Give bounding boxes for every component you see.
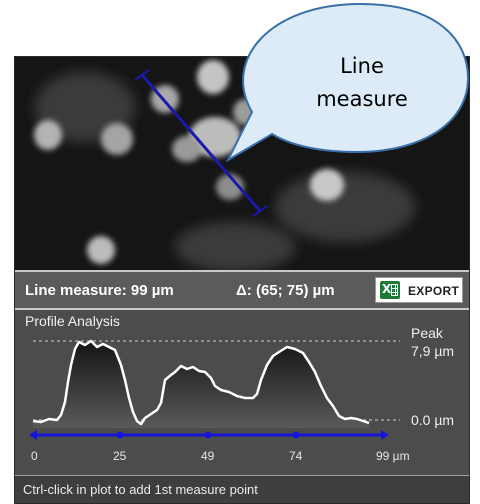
callout-line-2: measure [316, 87, 408, 111]
axis-tick-49: 49 [201, 449, 215, 463]
profile-analysis-panel: Profile Analysis Peak 7,9 µm 0.0 µm 0 25… [15, 310, 470, 475]
peak-label: Peak [411, 325, 444, 341]
axis-tick-74: 74 [289, 449, 303, 463]
delta-value: Δ: (65; 75) µm [236, 282, 335, 299]
profile-area [33, 341, 369, 428]
axis-tick-99: 99 µm [376, 449, 410, 463]
export-button[interactable]: X EXPORT [375, 277, 463, 303]
status-bar: Ctrl-click in plot to add 1st measure po… [15, 475, 469, 503]
callout-line-1: Line [340, 54, 384, 78]
status-hint: Ctrl-click in plot to add 1st measure po… [23, 482, 258, 497]
axis-tick-25: 25 [113, 449, 127, 463]
particle [87, 236, 115, 264]
profile-plot[interactable]: Peak 7,9 µm 0.0 µm 0 25 49 74 99 µm [15, 310, 470, 475]
excel-icon: X [380, 281, 400, 299]
callout-text: Line measure [292, 50, 432, 116]
line-measure-value: Line measure: 99 µm [25, 282, 174, 299]
measurement-panel: Line measure: 99 µm Δ: (65; 75) µm X EXP… [14, 56, 470, 504]
particle [197, 60, 229, 94]
baseline-label: 0.0 µm [411, 412, 454, 428]
particle [34, 120, 62, 150]
particle [101, 123, 133, 155]
particle [233, 99, 257, 125]
export-label: EXPORT [408, 284, 460, 298]
peak-value: 7,9 µm [411, 343, 454, 359]
axis-tick-0: 0 [31, 449, 38, 463]
scale-axis [29, 430, 389, 440]
measure-info-bar: Line measure: 99 µm Δ: (65; 75) µm X EXP… [15, 270, 469, 310]
particle [310, 169, 344, 201]
